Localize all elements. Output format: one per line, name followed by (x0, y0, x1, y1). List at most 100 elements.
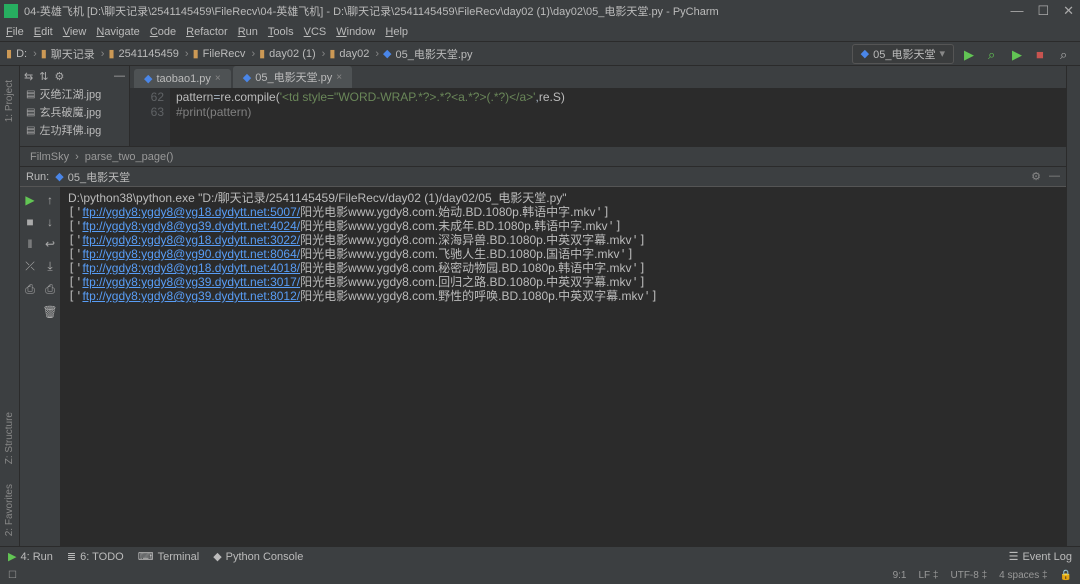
output-link[interactable]: ftp://ygdy8:ygdy8@yg39.dydytt.net:3017/ (82, 275, 300, 289)
encoding[interactable]: UTF-8 ‡ (950, 570, 987, 581)
output-link[interactable]: ftp://ygdy8:ygdy8@yg18.dydytt.net:5007/ (82, 205, 300, 219)
left-tool-gutter: 1: Project Z: Structure 2: Favorites (0, 66, 20, 546)
rerun-button[interactable]: ▶ (25, 193, 34, 207)
output-link[interactable]: ftp://ygdy8:ygdy8@yg18.dydytt.net:4018/ (82, 261, 300, 275)
gear-icon[interactable]: ⚙ (54, 70, 64, 83)
output-link[interactable]: ftp://ygdy8:ygdy8@yg39.dydytt.net:8012/ (82, 289, 300, 303)
debug-button[interactable]: ⌕ (988, 47, 1002, 61)
tab-run[interactable]: ▶4: Run (8, 550, 53, 563)
status-icon[interactable]: ☐ (8, 570, 17, 581)
menu-file[interactable]: File (6, 26, 24, 38)
project-panel: ⇆ ⇅ ⚙ — ▤灭绝江湖.jpg▤玄兵破魔.jpg▤左功拜佛.ipg (20, 66, 130, 146)
pause-button[interactable]: ‖ (28, 237, 33, 251)
breadcrumb-item[interactable]: ◆05_电影天堂.py (383, 46, 473, 62)
up-icon[interactable]: ↑ (47, 193, 53, 207)
breadcrumb-item[interactable]: ▮D: (6, 47, 27, 60)
python-icon: ◆ (243, 71, 251, 84)
project-item[interactable]: ▤灭绝江湖.jpg (22, 85, 127, 103)
tab-python-console[interactable]: ◆Python Console (213, 550, 303, 563)
cursor-pos: 9:1 (893, 570, 907, 581)
exit-button[interactable]: ⤫ (25, 259, 35, 274)
breadcrumb-item[interactable]: ▮聊天记录 (41, 46, 95, 62)
code-lines[interactable]: pattern=re.compile('<td style="WORD-WRAP… (170, 88, 1066, 146)
stop-button[interactable]: ■ (1036, 47, 1050, 61)
close-button[interactable]: ✕ (1063, 3, 1074, 19)
menu-code[interactable]: Code (150, 26, 176, 38)
menu-run[interactable]: Run (238, 26, 258, 38)
maximize-button[interactable]: ☐ (1037, 3, 1049, 19)
run-output[interactable]: D:\python38\python.exe "D:/聊天记录/25411454… (60, 187, 1066, 546)
folder-icon: ▮ (259, 47, 265, 60)
menu-view[interactable]: View (63, 26, 87, 38)
window-controls: — ☐ ✕ (1010, 3, 1076, 19)
breadcrumb-item[interactable]: ▮2541145459 (108, 47, 178, 60)
folder-icon: ▮ (108, 47, 114, 60)
editor-tabs: ◆taobao1.py×◆05_电影天堂.py× (130, 66, 1066, 88)
menu-tools[interactable]: Tools (268, 26, 294, 38)
app-icon (4, 4, 18, 18)
run-label: Run: (26, 171, 49, 183)
lock-icon[interactable]: 🔒 (1060, 570, 1072, 581)
tab-terminal[interactable]: ⌨Terminal (138, 550, 199, 563)
search-icon[interactable]: ⌕ (1060, 47, 1074, 61)
breadcrumb-label: FileRecv (203, 48, 246, 60)
tool-favorites[interactable]: 2: Favorites (4, 484, 15, 536)
editor-tab[interactable]: ◆05_电影天堂.py× (233, 66, 352, 88)
breadcrumb-item[interactable]: ▮day02 (329, 47, 369, 60)
folder-icon: ▮ (329, 47, 335, 60)
dump-icon[interactable]: ⎙ (25, 282, 35, 297)
project-item[interactable]: ▤玄兵破魔.jpg (22, 103, 127, 121)
run-config-label: 05_电影天堂 (873, 46, 935, 62)
run-panel: ▶ ■ ‖ ⤫ ⎙ ↑ ↓ ↩ ⤓ ⎙ 🗑 D:\python38\python… (20, 186, 1066, 546)
trash-icon[interactable]: 🗑 (42, 305, 57, 319)
status-bar: ☐ 9:1 LF ‡ UTF-8 ‡ 4 spaces ‡ 🔒 (0, 566, 1080, 584)
footer-tabs: ▶4: Run ≣6: TODO ⌨Terminal ◆Python Conso… (0, 546, 1080, 566)
run-button[interactable]: ▶ (964, 47, 978, 61)
close-icon[interactable]: × (215, 73, 221, 84)
collapse-icon[interactable]: ⇅ (39, 70, 48, 83)
scroll-icon[interactable]: ⤓ (47, 259, 52, 274)
tool-structure[interactable]: Z: Structure (4, 412, 15, 464)
run-with-coverage-button[interactable]: ▶ (1012, 47, 1026, 61)
python-icon: ◆ (55, 170, 63, 183)
menu-refactor[interactable]: Refactor (186, 26, 228, 38)
minimize-button[interactable]: — (1010, 3, 1023, 19)
menu-navigate[interactable]: Navigate (96, 26, 139, 38)
output-link[interactable]: ftp://ygdy8:ygdy8@yg39.dydytt.net:4024/ (82, 219, 300, 233)
title-bar: 04-英雄飞机 [D:\聊天记录\2541145459\FileRecv\04-… (0, 0, 1080, 22)
file-icon: ▤ (26, 107, 35, 118)
project-item-label: 灭绝江湖.jpg (39, 86, 101, 102)
menu-edit[interactable]: Edit (34, 26, 53, 38)
run-config-selector[interactable]: ◆ 05_电影天堂 ▾ (852, 44, 954, 64)
editor-row: ⇆ ⇅ ⚙ — ▤灭绝江湖.jpg▤玄兵破魔.jpg▤左功拜佛.ipg ◆tao… (20, 66, 1066, 146)
output-link[interactable]: ftp://ygdy8:ygdy8@yg90.dydytt.net:8064/ (82, 247, 300, 261)
breadcrumb-item[interactable]: ▮day02 (1) (259, 47, 316, 60)
indent[interactable]: 4 spaces ‡ (999, 570, 1047, 581)
crumb-method[interactable]: parse_two_page() (85, 151, 174, 163)
line-sep[interactable]: LF ‡ (918, 570, 938, 581)
nav-bar: ▮D:▮聊天记录▮2541145459▮FileRecv▮day02 (1)▮d… (0, 42, 1080, 66)
nav-right: ◆ 05_电影天堂 ▾ ▶ ⌕ ▶ ■ ⌕ (852, 44, 1074, 64)
breadcrumb-label: 05_电影天堂.py (396, 46, 473, 62)
crumb-class[interactable]: FilmSky (30, 151, 69, 163)
code-area[interactable]: 6263 pattern=re.compile('<td style="WORD… (130, 88, 1066, 146)
soft-wrap-icon[interactable]: ↩ (45, 237, 55, 251)
stop-button[interactable]: ■ (26, 215, 33, 229)
hide-icon[interactable]: — (1049, 170, 1060, 183)
close-icon[interactable]: × (336, 72, 342, 83)
menu-vcs[interactable]: VCS (304, 26, 327, 38)
menu-window[interactable]: Window (336, 26, 375, 38)
output-link[interactable]: ftp://ygdy8:ygdy8@yg18.dydytt.net:3022/ (82, 233, 300, 247)
project-item[interactable]: ▤左功拜佛.ipg (22, 121, 127, 139)
expand-icon[interactable]: ⇆ (24, 70, 33, 83)
breadcrumb-item[interactable]: ▮FileRecv (193, 47, 246, 60)
editor-tab[interactable]: ◆taobao1.py× (134, 69, 231, 88)
tab-event-log[interactable]: ☰Event Log (1009, 550, 1072, 563)
tab-todo[interactable]: ≣6: TODO (67, 550, 124, 563)
menu-help[interactable]: Help (385, 26, 408, 38)
hide-icon[interactable]: — (114, 70, 125, 83)
gear-icon[interactable]: ⚙ (1031, 170, 1041, 183)
print-icon[interactable]: ⎙ (45, 282, 55, 297)
tool-project[interactable]: 1: Project (4, 80, 15, 122)
down-icon[interactable]: ↓ (47, 215, 53, 229)
